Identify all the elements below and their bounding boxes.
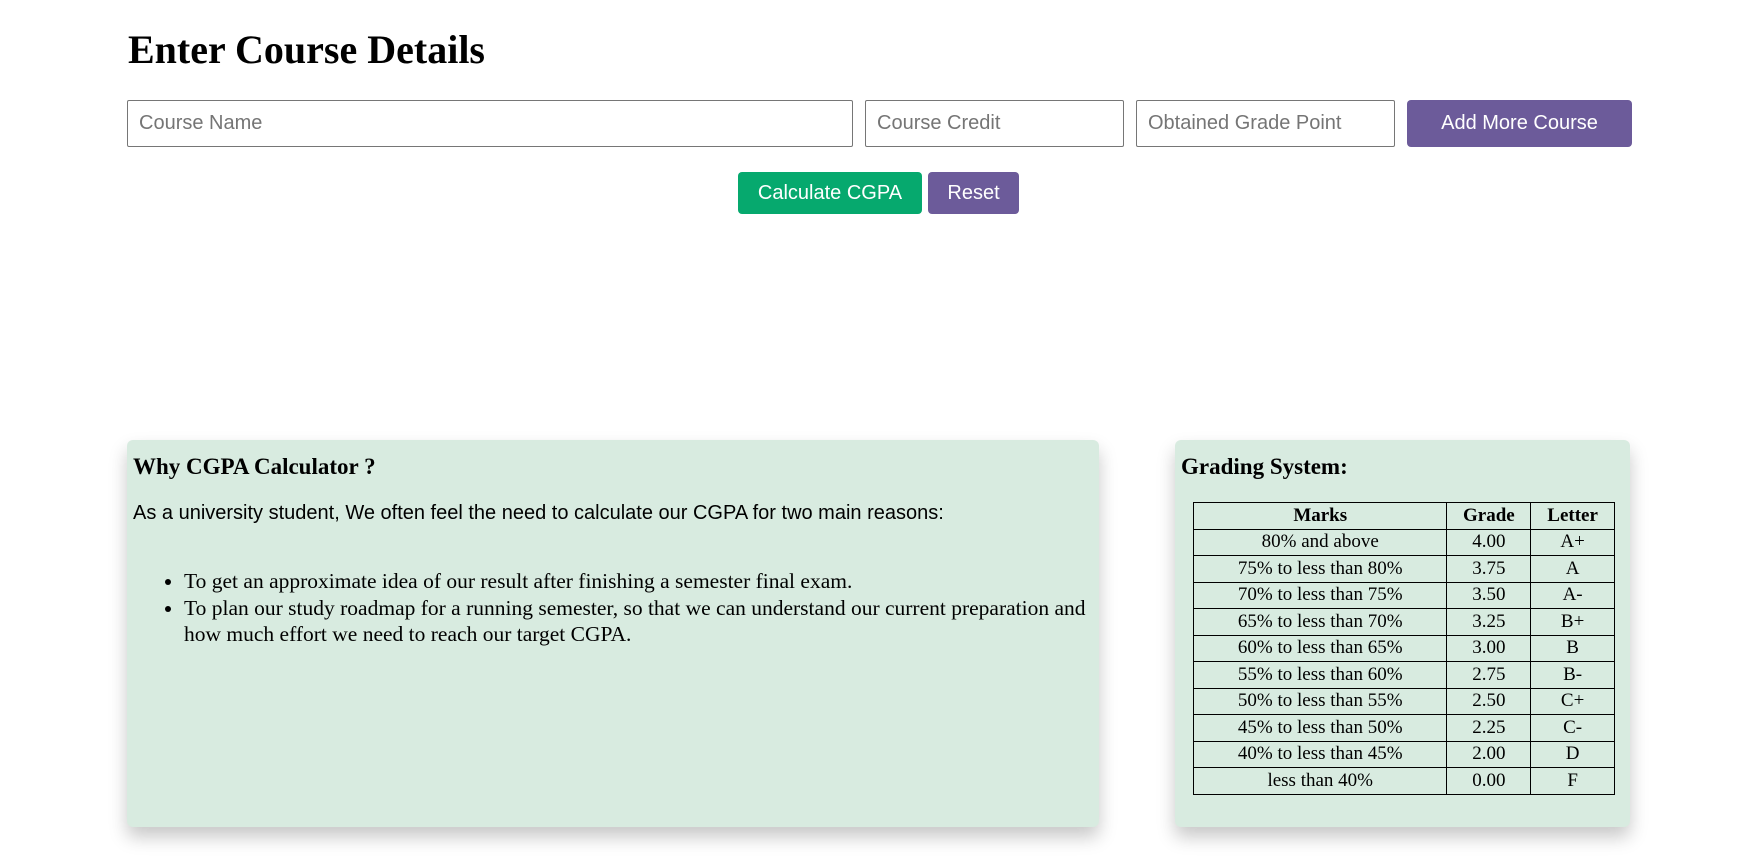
table-row: 55% to less than 60% 2.75 B- bbox=[1192, 661, 1615, 689]
marks-cell: 65% to less than 70% bbox=[1192, 608, 1448, 636]
column-header-marks: Marks bbox=[1192, 502, 1448, 530]
course-credit-input[interactable] bbox=[865, 100, 1124, 147]
letter-cell: F bbox=[1530, 767, 1615, 795]
list-item: To plan our study roadmap for a running … bbox=[184, 595, 1097, 648]
letter-cell: B+ bbox=[1530, 608, 1615, 636]
course-name-input[interactable] bbox=[127, 100, 853, 147]
marks-cell: 45% to less than 50% bbox=[1192, 714, 1448, 742]
letter-cell: B bbox=[1530, 634, 1615, 662]
column-header-letter: Letter bbox=[1530, 502, 1615, 530]
letter-cell: D bbox=[1530, 740, 1615, 768]
why-cgpa-heading: Why CGPA Calculator ? bbox=[133, 454, 376, 479]
grade-cell: 3.50 bbox=[1446, 581, 1532, 609]
marks-cell: 70% to less than 75% bbox=[1192, 581, 1448, 609]
list-item: To get an approximate idea of our result… bbox=[184, 568, 1097, 595]
grading-table: Marks Grade Letter 80% and above 4.00 A+… bbox=[1192, 502, 1615, 795]
grade-cell: 4.00 bbox=[1446, 528, 1532, 556]
add-more-course-button[interactable]: Add More Course bbox=[1407, 100, 1632, 147]
letter-cell: A+ bbox=[1530, 528, 1615, 556]
page: Enter Course Details Add More Course Cal… bbox=[0, 0, 1742, 867]
table-row: 80% and above 4.00 A+ bbox=[1192, 528, 1615, 556]
table-row: 70% to less than 75% 3.50 A- bbox=[1192, 581, 1615, 609]
page-title: Enter Course Details bbox=[128, 27, 485, 72]
grade-cell: 2.75 bbox=[1446, 661, 1532, 689]
why-cgpa-intro: As a university student, We often feel t… bbox=[133, 502, 944, 524]
table-row: 60% to less than 65% 3.00 B bbox=[1192, 634, 1615, 662]
letter-cell: A bbox=[1530, 555, 1615, 583]
grade-cell: 2.50 bbox=[1446, 687, 1532, 715]
grading-system-card: Grading System: Marks Grade Letter 80% a… bbox=[1175, 440, 1630, 827]
table-row: less than 40% 0.00 F bbox=[1192, 767, 1615, 795]
marks-cell: 40% to less than 45% bbox=[1192, 740, 1448, 768]
marks-cell: 55% to less than 60% bbox=[1192, 661, 1448, 689]
marks-cell: 75% to less than 80% bbox=[1192, 555, 1448, 583]
table-row: 75% to less than 80% 3.75 A bbox=[1192, 555, 1615, 583]
reset-button[interactable]: Reset bbox=[928, 172, 1019, 214]
marks-cell: 80% and above bbox=[1192, 528, 1448, 556]
letter-cell: C+ bbox=[1530, 687, 1615, 715]
grade-cell: 3.75 bbox=[1446, 555, 1532, 583]
grade-cell: 3.00 bbox=[1446, 634, 1532, 662]
marks-cell: less than 40% bbox=[1192, 767, 1448, 795]
grade-point-input[interactable] bbox=[1136, 100, 1395, 147]
marks-cell: 60% to less than 65% bbox=[1192, 634, 1448, 662]
table-row: 50% to less than 55% 2.50 C+ bbox=[1192, 687, 1615, 715]
letter-cell: A- bbox=[1530, 581, 1615, 609]
table-header-row: Marks Grade Letter bbox=[1192, 502, 1615, 530]
grade-cell: 2.25 bbox=[1446, 714, 1532, 742]
table-row: 40% to less than 45% 2.00 D bbox=[1192, 740, 1615, 768]
table-row: 45% to less than 50% 2.25 C- bbox=[1192, 714, 1615, 742]
why-cgpa-card: Why CGPA Calculator ? As a university st… bbox=[127, 440, 1099, 827]
calculate-cgpa-button[interactable]: Calculate CGPA bbox=[738, 172, 922, 214]
column-header-grade: Grade bbox=[1446, 502, 1532, 530]
reasons-list: To get an approximate idea of our result… bbox=[133, 568, 1097, 648]
letter-cell: B- bbox=[1530, 661, 1615, 689]
grade-cell: 0.00 bbox=[1446, 767, 1532, 795]
grading-system-heading: Grading System: bbox=[1181, 454, 1348, 479]
letter-cell: C- bbox=[1530, 714, 1615, 742]
marks-cell: 50% to less than 55% bbox=[1192, 687, 1448, 715]
table-row: 65% to less than 70% 3.25 B+ bbox=[1192, 608, 1615, 636]
grade-cell: 2.00 bbox=[1446, 740, 1532, 768]
grade-cell: 3.25 bbox=[1446, 608, 1532, 636]
